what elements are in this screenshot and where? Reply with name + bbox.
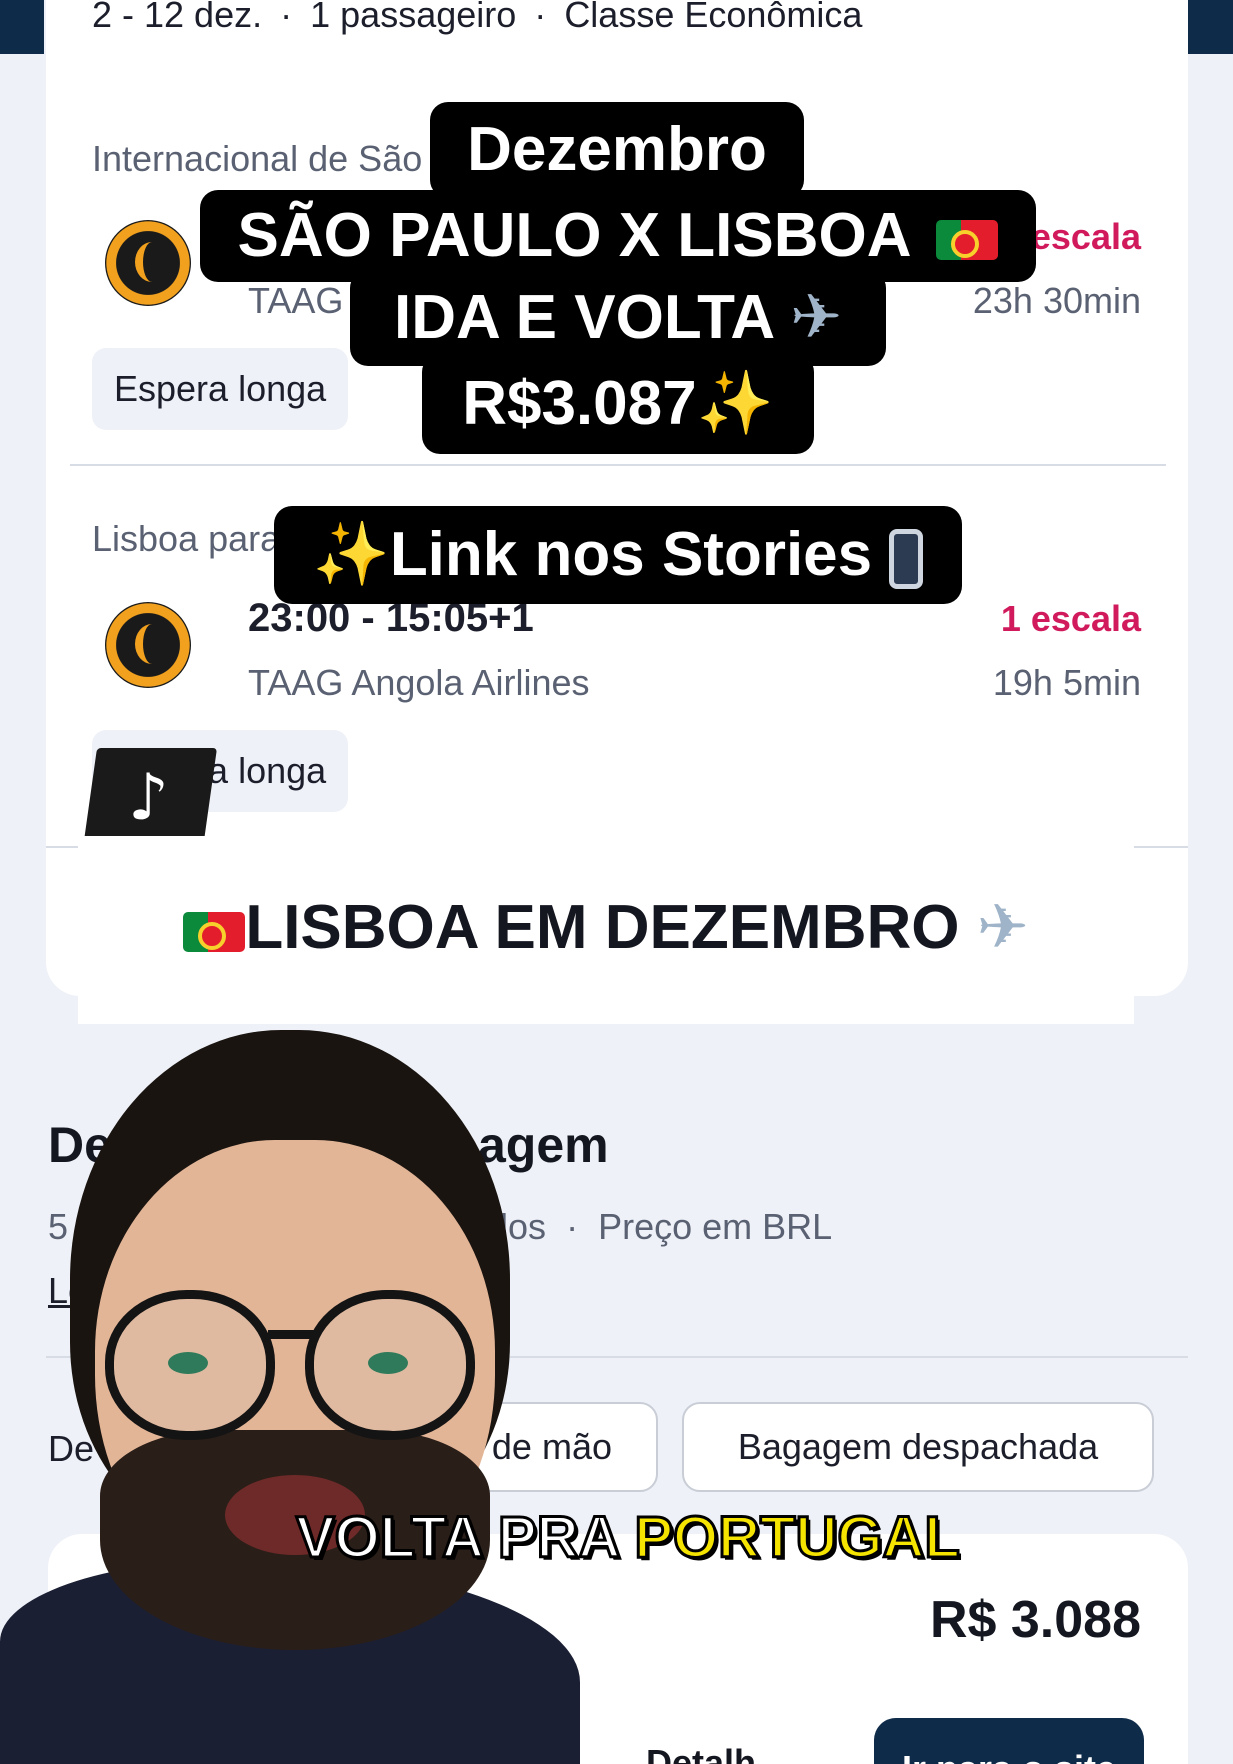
flight-1-duration: 23h 30min [972, 280, 1141, 321]
glasses-bridge [268, 1330, 314, 1339]
header-edge-left [0, 0, 44, 54]
flight-1-long-layover-badge: Espera longa [92, 348, 349, 430]
details-sources-end: dos · Preço em BRL [488, 1206, 832, 1248]
taag-airline-logo-icon [105, 602, 191, 688]
sparkles-icon: ✨ [312, 520, 390, 589]
overlay-route-text: SÃO PAULO X LISBOA [237, 201, 910, 270]
overlay-route: SÃO PAULO X LISBOA [200, 190, 1036, 282]
summary-separator: · [280, 0, 293, 35]
overlay-price: R$3.087✨ [422, 354, 814, 454]
details-link-footer[interactable]: Detalh [646, 1742, 756, 1764]
portugal-flag-icon [936, 219, 999, 260]
header-edge-right [1187, 0, 1233, 54]
overlay-price-text: R$3.087 [462, 369, 697, 438]
portugal-flag-icon [183, 911, 246, 952]
banner-text: LISBOA EM DEZEMBRO [245, 893, 960, 962]
details-separator: · [566, 1206, 579, 1247]
go-to-site-button-label: Ir para o site [874, 1718, 1144, 1764]
flight-2-duration: 19h 5min [992, 662, 1141, 703]
summary-passengers: 1 passageiro [310, 0, 517, 35]
overlay-stories: ✨Link nos Stories [274, 506, 962, 604]
flight-2-airline: TAAG Angola Airlines [248, 662, 590, 703]
caption-part-2: PORTUGAL [633, 1504, 961, 1572]
taag-airline-logo-icon [105, 220, 191, 306]
flight-2-stops: 1 escala [1000, 598, 1141, 639]
airplane-icon: ✈ [790, 283, 843, 352]
person-left-eye [168, 1352, 208, 1374]
overlay-stories-text: Link nos Stories [389, 520, 873, 589]
phone-arrow-icon [889, 528, 924, 589]
overlay-trip-type-text: IDA E VOLTA [393, 283, 773, 352]
person-right-eye [368, 1352, 408, 1374]
total-price: R$ 3.088 [929, 1591, 1141, 1649]
tab-partial[interactable]: De [48, 1428, 94, 1470]
go-to-site-button[interactable]: Ir para o site [874, 1718, 1144, 1764]
overlay-trip-type: IDA E VOLTA ✈ [350, 270, 886, 366]
search-summary[interactable]: 2 - 12 dez. · 1 passageiro · Classe Econ… [92, 0, 862, 36]
summary-separator: · [534, 0, 547, 35]
details-title-end: agem [478, 1117, 609, 1173]
video-caption: VOLTA PRA PORTUGAL [294, 1504, 961, 1572]
price-currency-note: Preço em BRL [598, 1206, 833, 1247]
sparkles-icon: ✨ [696, 369, 774, 438]
airplane-icon: ✈ [976, 893, 1029, 962]
banner-title: LISBOA EM DEZEMBRO ✈ [78, 888, 1134, 968]
tab-checked-baggage[interactable]: Bagagem despachada [682, 1402, 1154, 1492]
flight-divider [70, 464, 1166, 466]
caption-part-1: VOLTA PRA [294, 1504, 619, 1572]
overlay-month: Dezembro [430, 102, 804, 198]
tiktok-logo-icon: ♪ [82, 748, 218, 848]
summary-dates: 2 - 12 dez. [92, 0, 263, 35]
summary-cabin: Classe Econômica [564, 0, 863, 35]
